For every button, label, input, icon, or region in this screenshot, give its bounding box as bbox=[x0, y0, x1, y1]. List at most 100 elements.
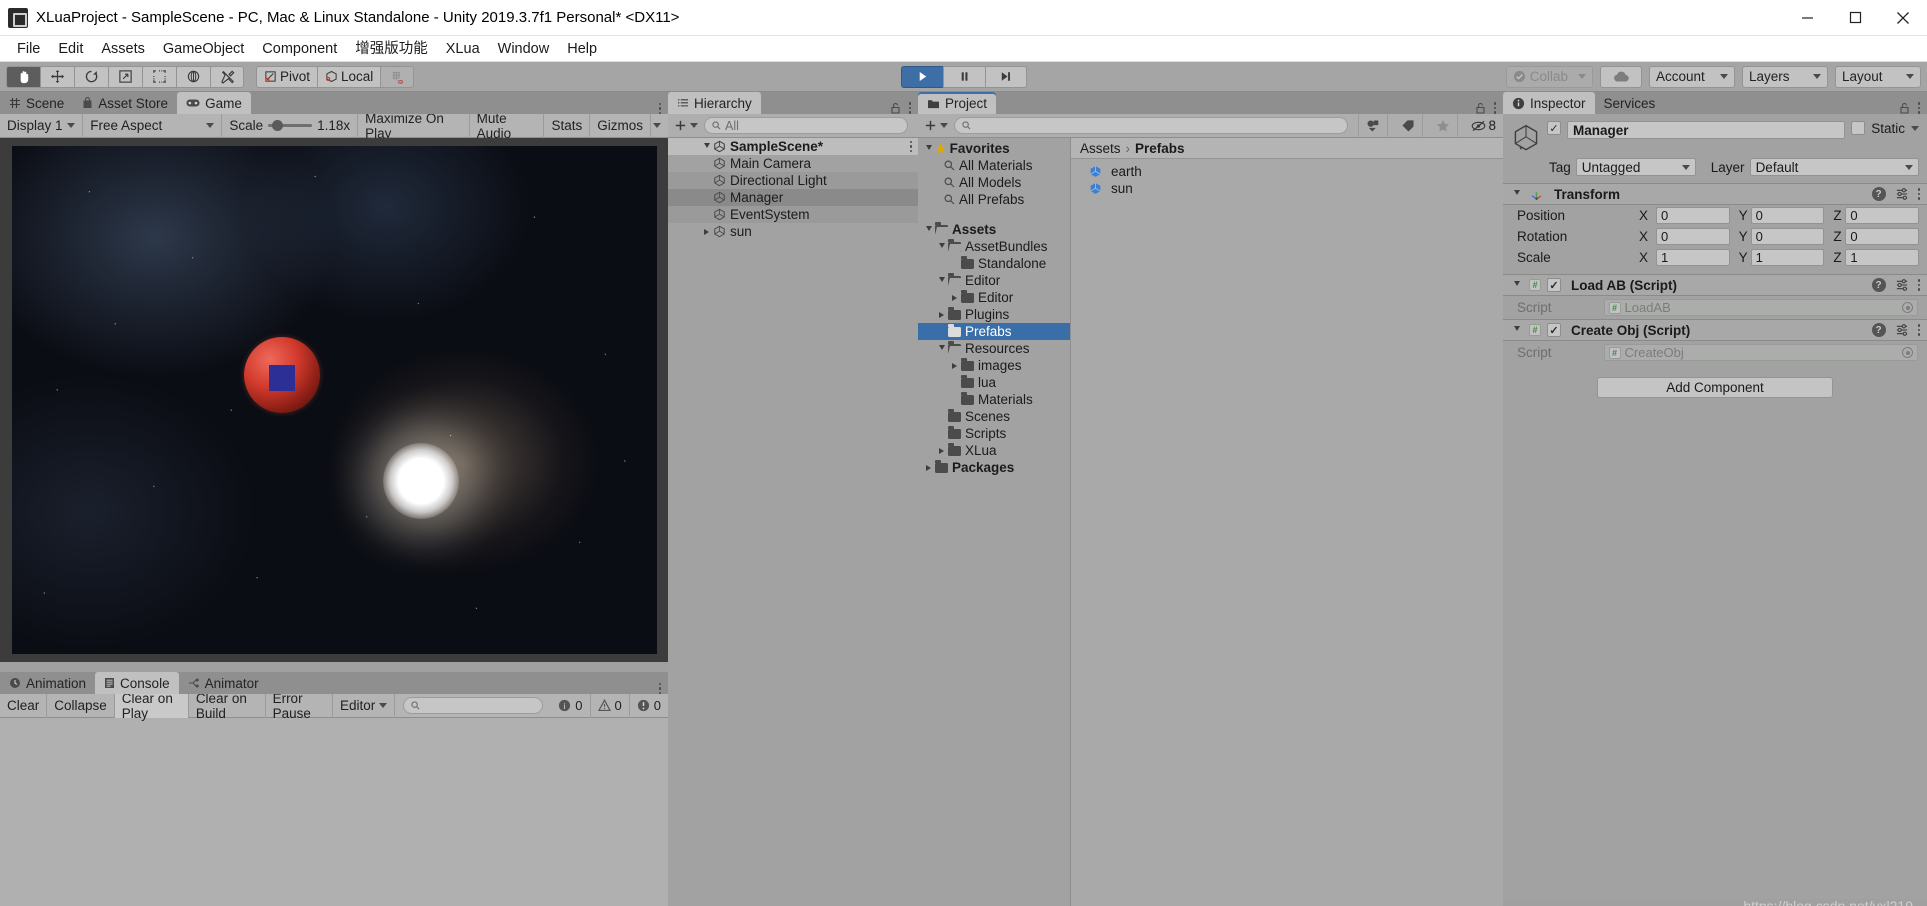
project-search-input[interactable] bbox=[954, 117, 1349, 134]
filter-by-type-button[interactable] bbox=[1358, 113, 1389, 138]
rect-tool-button[interactable] bbox=[142, 65, 176, 88]
project-panel-menu-icon[interactable] bbox=[1493, 102, 1496, 114]
project-row-editor[interactable]: Editor bbox=[918, 272, 1070, 289]
menu-window[interactable]: Window bbox=[489, 36, 559, 62]
hierarchy-tree[interactable]: SampleScene* Main Camera Directional Lig… bbox=[668, 138, 918, 906]
filter-by-favorite-button[interactable] bbox=[1429, 113, 1459, 138]
packages-expand-arrow[interactable] bbox=[922, 464, 935, 471]
maximize-icon[interactable] bbox=[1831, 0, 1879, 36]
play-button[interactable] bbox=[900, 65, 943, 88]
project-row-assets[interactable]: Assets bbox=[918, 221, 1070, 238]
minimize-icon[interactable] bbox=[1783, 0, 1831, 36]
hierarchy-row-manager[interactable]: Manager bbox=[668, 189, 918, 206]
lock-icon[interactable] bbox=[890, 102, 901, 114]
console-log-area[interactable] bbox=[0, 718, 668, 906]
menu-file[interactable]: File bbox=[8, 36, 49, 62]
menu-component[interactable]: Component bbox=[253, 36, 346, 62]
move-tool-button[interactable] bbox=[40, 65, 74, 88]
tab-hierarchy[interactable]: Hierarchy bbox=[668, 92, 761, 114]
menu-enhanced[interactable]: 增强版功能 bbox=[346, 36, 437, 62]
help-icon[interactable]: ? bbox=[1871, 187, 1886, 201]
game-view[interactable] bbox=[0, 138, 668, 662]
preset-icon[interactable] bbox=[1895, 187, 1909, 201]
sun-expand-arrow[interactable] bbox=[700, 228, 713, 235]
hierarchy-search-input[interactable]: All bbox=[704, 117, 908, 134]
project-tree[interactable]: ★ Favorites All Materials All Models All… bbox=[918, 138, 1070, 906]
tab-console[interactable]: Console bbox=[95, 672, 179, 694]
project-row-all-materials[interactable]: All Materials bbox=[918, 157, 1070, 174]
project-row-scripts[interactable]: Scripts bbox=[918, 425, 1070, 442]
hierarchy-row-sun[interactable]: sun bbox=[668, 223, 918, 240]
gizmos-dropdown[interactable]: Gizmos bbox=[590, 113, 651, 138]
layers-dropdown[interactable]: Layers bbox=[1742, 65, 1828, 88]
error-pause-button[interactable]: Error Pause bbox=[266, 691, 334, 721]
game-panel-menu-icon[interactable] bbox=[658, 102, 661, 114]
static-dropdown[interactable]: Static bbox=[1871, 121, 1919, 136]
scale-y-field[interactable]: 1 bbox=[1750, 249, 1825, 266]
step-button[interactable] bbox=[984, 65, 1027, 88]
plugins-expand-arrow[interactable] bbox=[935, 311, 948, 318]
project-row-favorites[interactable]: ★ Favorites bbox=[918, 140, 1070, 157]
console-panel-menu-icon[interactable] bbox=[658, 682, 661, 694]
hierarchy-add-button[interactable] bbox=[674, 119, 698, 132]
xlua-expand-arrow[interactable] bbox=[935, 447, 948, 454]
transform-tool-button[interactable] bbox=[176, 65, 210, 88]
create-obj-expand-arrow[interactable] bbox=[1510, 326, 1523, 334]
asset-item-earth[interactable]: earth bbox=[1071, 163, 1503, 180]
project-row-standalone[interactable]: Standalone bbox=[918, 255, 1070, 272]
hierarchy-row-eventsystem[interactable]: EventSystem bbox=[668, 206, 918, 223]
layer-dropdown[interactable]: Default bbox=[1749, 158, 1919, 176]
editor-expand-arrow[interactable] bbox=[935, 276, 948, 285]
project-row-packages[interactable]: Packages bbox=[918, 459, 1070, 476]
maximize-on-play-toggle[interactable]: Maximize On Play bbox=[358, 111, 470, 141]
lock-icon[interactable] bbox=[1475, 102, 1486, 114]
layout-dropdown[interactable]: Layout bbox=[1835, 65, 1921, 88]
aspect-dropdown[interactable]: Free Aspect bbox=[83, 113, 223, 138]
object-name-field[interactable]: Manager bbox=[1567, 121, 1846, 139]
object-picker-icon[interactable] bbox=[1902, 302, 1913, 313]
hierarchy-panel-menu-icon[interactable] bbox=[908, 102, 911, 114]
project-row-assetbundles[interactable]: AssetBundles bbox=[918, 238, 1070, 255]
custom-tool-button[interactable] bbox=[210, 65, 244, 88]
load-ab-script-field[interactable]: # LoadAB bbox=[1603, 299, 1918, 316]
project-row-all-models[interactable]: All Models bbox=[918, 174, 1070, 191]
inspector-panel-menu-icon[interactable] bbox=[1917, 102, 1920, 114]
close-icon[interactable] bbox=[1879, 0, 1927, 36]
pivot-button[interactable]: Pivot bbox=[256, 65, 318, 88]
rotation-z-field[interactable]: 0 bbox=[1845, 228, 1920, 245]
menu-assets[interactable]: Assets bbox=[92, 36, 154, 62]
project-row-prefabs[interactable]: Prefabs bbox=[918, 323, 1070, 340]
scene-menu-icon[interactable] bbox=[909, 140, 912, 153]
console-search-input[interactable] bbox=[403, 697, 544, 714]
tab-services[interactable]: Services bbox=[1594, 92, 1665, 114]
project-row-editor-sub[interactable]: Editor bbox=[918, 289, 1070, 306]
rotation-x-field[interactable]: 0 bbox=[1656, 228, 1730, 245]
project-row-lua[interactable]: lua bbox=[918, 374, 1070, 391]
project-row-resources[interactable]: Resources bbox=[918, 340, 1070, 357]
display-dropdown[interactable]: Display 1 bbox=[0, 113, 84, 138]
tab-project[interactable]: Project bbox=[918, 92, 997, 114]
mute-audio-toggle[interactable]: Mute Audio bbox=[470, 111, 545, 141]
preset-icon[interactable] bbox=[1895, 323, 1909, 337]
help-icon[interactable]: ? bbox=[1871, 323, 1886, 337]
favorites-expand-arrow[interactable] bbox=[922, 144, 935, 153]
project-content[interactable]: Assets › Prefabs earth sun bbox=[1070, 138, 1503, 906]
scene-expand-arrow[interactable] bbox=[700, 142, 713, 151]
clear-button[interactable]: Clear bbox=[0, 693, 48, 718]
error-count-badge[interactable]: 0 bbox=[630, 694, 668, 718]
project-add-button[interactable] bbox=[924, 119, 948, 132]
tab-scene[interactable]: Scene bbox=[0, 92, 74, 114]
hand-tool-button[interactable] bbox=[6, 65, 40, 88]
component-header-transform[interactable]: Transform ? bbox=[1503, 183, 1927, 205]
local-button[interactable]: Local bbox=[317, 65, 381, 88]
scale-z-field[interactable]: 1 bbox=[1845, 249, 1920, 266]
hierarchy-row-scene[interactable]: SampleScene* bbox=[668, 138, 918, 155]
snap-toggle-button[interactable] bbox=[380, 65, 415, 88]
images-expand-arrow[interactable] bbox=[948, 362, 961, 369]
create-obj-menu-icon[interactable] bbox=[1917, 324, 1920, 336]
rotation-y-field[interactable]: 0 bbox=[1750, 228, 1825, 245]
tab-asset-store[interactable]: Asset Store bbox=[73, 92, 178, 114]
breadcrumb-assets[interactable]: Assets bbox=[1080, 141, 1121, 156]
project-row-scenes[interactable]: Scenes bbox=[918, 408, 1070, 425]
warning-count-badge[interactable]: 0 bbox=[591, 693, 630, 718]
